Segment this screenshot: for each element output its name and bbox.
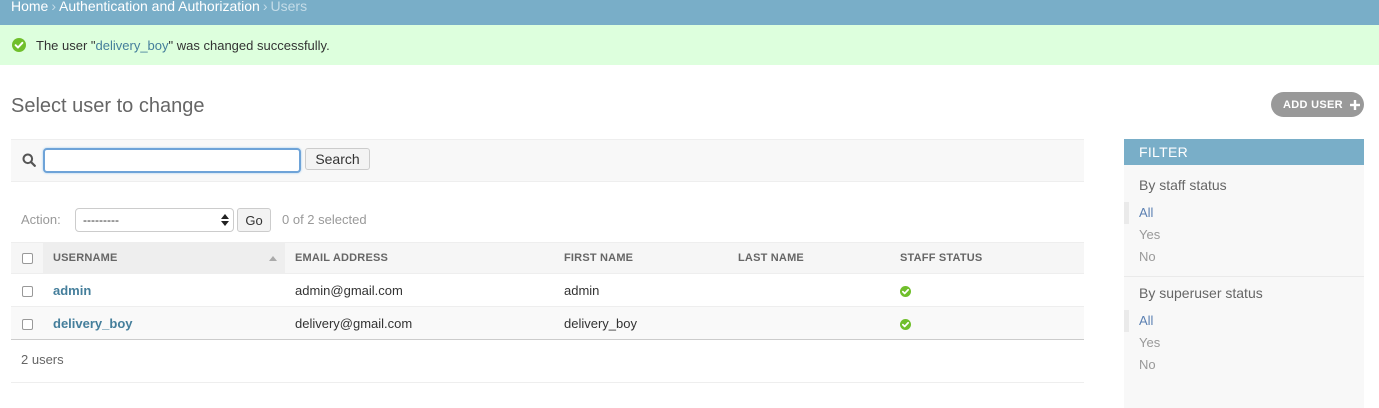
username-link[interactable]: delivery_boy [53, 316, 133, 331]
username-cell: delivery_boy [43, 306, 285, 340]
filter-group-superuser: By superuser status All Yes No [1124, 276, 1364, 376]
column-header-label: STAFF STATUS [900, 252, 983, 264]
filter-option-all[interactable]: All [1124, 310, 1364, 332]
first-name-cell: delivery_boy [554, 306, 728, 340]
filter-group-title: By staff status [1139, 177, 1227, 193]
filter-option-yes[interactable]: Yes [1124, 332, 1364, 354]
last-name-cell [728, 273, 890, 307]
sort-ascending-icon[interactable] [269, 256, 277, 261]
plus-icon [1349, 99, 1360, 110]
action-select-value: --------- [83, 213, 119, 227]
username-link[interactable]: admin [53, 283, 91, 298]
message-suffix: " was changed successfully. [168, 37, 330, 53]
success-message: The user " delivery_boy " was changed succ… [0, 25, 1379, 65]
username-cell: admin [43, 273, 285, 307]
row-select-cell [11, 306, 43, 340]
row-checkbox[interactable] [22, 285, 33, 297]
column-header-label: LAST NAME [738, 252, 804, 264]
action-counter: 0 of 2 selected [282, 212, 367, 227]
page-title: Select user to change [11, 95, 205, 117]
table-header-row: USERNAME EMAIL ADDRESS FIRST NAME LAST N… [11, 242, 1084, 274]
add-user-button[interactable]: ADD USER [1271, 92, 1364, 117]
results-table: USERNAME EMAIL ADDRESS FIRST NAME LAST N… [11, 242, 1084, 340]
email-cell: delivery@gmail.com [285, 306, 554, 340]
go-button[interactable]: Go [237, 208, 271, 232]
staff-status-cell [890, 273, 1084, 307]
column-header-first-name[interactable]: FIRST NAME [554, 242, 728, 274]
breadcrumb-app-link[interactable]: Authentication and Authorization [59, 0, 260, 14]
column-header-label: EMAIL ADDRESS [295, 252, 389, 264]
breadcrumb-home-link[interactable]: Home [11, 0, 48, 14]
breadcrumb-current: Users [270, 0, 308, 14]
select-all-checkbox[interactable] [22, 252, 33, 264]
column-header-last-name[interactable]: LAST NAME [728, 242, 890, 274]
email-cell: admin@gmail.com [285, 273, 554, 307]
table-row: delivery_boy delivery@gmail.com delivery… [11, 306, 1084, 340]
column-header-username[interactable]: USERNAME [43, 242, 285, 274]
breadcrumb-separator: › [262, 0, 268, 14]
check-circle-icon [12, 38, 26, 52]
paginator: 2 users [11, 339, 1084, 383]
select-arrows-icon [221, 214, 229, 226]
check-circle-icon [900, 318, 911, 330]
column-header-label: FIRST NAME [564, 252, 634, 264]
action-select[interactable]: --------- [75, 208, 234, 232]
row-checkbox[interactable] [22, 318, 33, 330]
last-name-cell [728, 306, 890, 340]
message-prefix: The user " [36, 37, 96, 53]
add-user-label: ADD USER [1283, 98, 1343, 111]
staff-status-cell [890, 306, 1084, 340]
breadcrumb: Home › Authentication and Authorization › Us… [0, 0, 1379, 25]
filter-group-staff: By staff status All Yes No [1124, 165, 1364, 276]
search-toolbar: Search [11, 139, 1084, 182]
row-select-cell [11, 273, 43, 307]
filter-option-no[interactable]: No [1124, 354, 1364, 376]
action-label: Action: [21, 212, 61, 227]
filter-title: FILTER [1124, 139, 1364, 165]
breadcrumb-separator: › [51, 0, 57, 14]
search-icon [22, 153, 36, 167]
column-header-email[interactable]: EMAIL ADDRESS [285, 242, 554, 274]
check-circle-icon [900, 285, 911, 297]
filter-sidebar: FILTER By staff status All Yes No By sup… [1124, 139, 1364, 408]
message-user-link[interactable]: delivery_boy [96, 38, 169, 53]
select-all-header [11, 242, 43, 274]
first-name-cell: admin [554, 273, 728, 307]
column-header-staff-status[interactable]: STAFF STATUS [890, 242, 1084, 274]
filter-option-all[interactable]: All [1124, 202, 1364, 224]
search-button[interactable]: Search [305, 148, 370, 170]
filter-option-yes[interactable]: Yes [1124, 224, 1364, 246]
column-header-label: USERNAME [53, 252, 118, 264]
search-input[interactable] [43, 148, 301, 173]
table-row: admin admin@gmail.com admin [11, 273, 1084, 307]
filter-group-title: By superuser status [1139, 285, 1263, 301]
filter-option-no[interactable]: No [1124, 246, 1364, 268]
